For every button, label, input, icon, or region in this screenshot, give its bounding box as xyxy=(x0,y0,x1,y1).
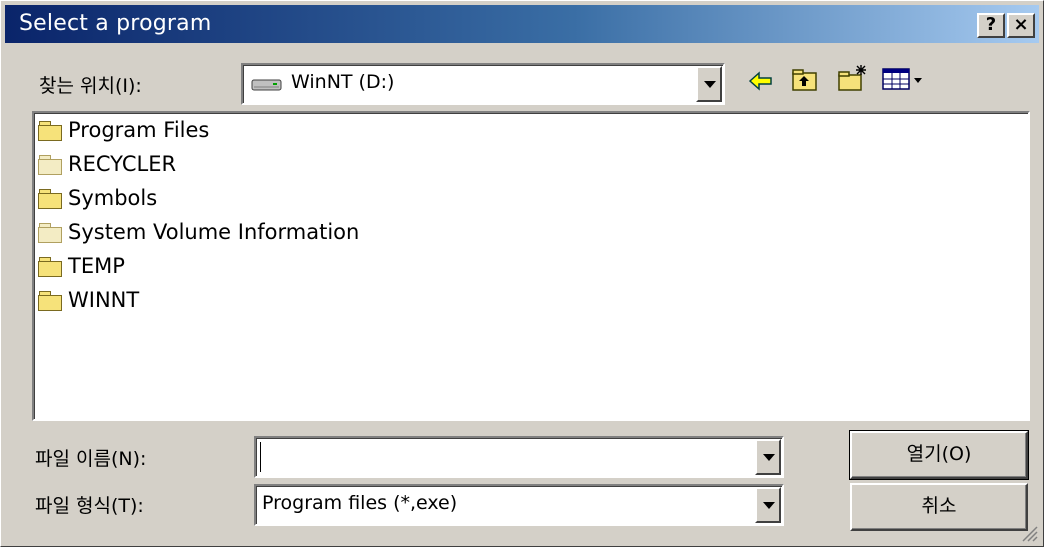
folder-icon xyxy=(38,223,62,243)
folder-icon xyxy=(38,189,62,209)
view-menu-icon[interactable] xyxy=(881,67,925,93)
file-type-dropdown-button[interactable] xyxy=(755,487,781,523)
up-one-level-icon[interactable] xyxy=(791,67,819,93)
list-item[interactable]: Symbols xyxy=(38,183,157,213)
file-name: Program Files xyxy=(68,118,210,142)
file-open-dialog: Select a program ? × 찾는 위치(I): WinNT (D:… xyxy=(0,0,1044,547)
list-item[interactable]: System Volume Information xyxy=(38,217,359,247)
window-title: Select a program xyxy=(19,11,212,36)
folder-icon xyxy=(38,291,62,311)
folder-icon xyxy=(38,121,62,141)
list-item[interactable]: RECYCLER xyxy=(38,149,176,179)
cancel-button[interactable]: 취소 xyxy=(850,483,1028,531)
look-in-dropdown-button[interactable] xyxy=(696,66,722,102)
file-name: System Volume Information xyxy=(68,220,360,244)
file-name: TEMP xyxy=(68,254,125,278)
file-name-label: 파일 이름(N): xyxy=(35,448,147,470)
file-name: RECYCLER xyxy=(68,152,177,176)
title-bar[interactable]: Select a program ? × xyxy=(5,5,1039,43)
drive-icon xyxy=(251,79,282,91)
new-folder-icon[interactable] xyxy=(837,63,869,93)
look-in-label: 찾는 위치(I): xyxy=(39,75,142,97)
file-name-dropdown-button[interactable] xyxy=(755,439,781,475)
file-type-value: Program files (*,exe) xyxy=(262,492,458,514)
list-item[interactable]: Program Files xyxy=(38,115,209,145)
close-button[interactable]: × xyxy=(1007,13,1035,38)
file-name: WINNT xyxy=(68,288,140,312)
folder-icon xyxy=(38,257,62,277)
file-type-combo[interactable]: Program files (*,exe) xyxy=(254,484,784,526)
look-in-combo[interactable]: WinNT (D:) xyxy=(241,63,725,105)
folder-icon xyxy=(38,155,62,175)
resize-grip-icon[interactable] xyxy=(1021,525,1039,543)
file-type-label: 파일 형식(T): xyxy=(35,495,144,517)
help-button[interactable]: ? xyxy=(977,13,1005,38)
list-item[interactable]: TEMP xyxy=(38,251,125,281)
file-name-combo[interactable] xyxy=(254,436,784,478)
back-arrow-icon[interactable] xyxy=(748,69,774,93)
list-item[interactable]: WINNT xyxy=(38,285,139,315)
file-name-input[interactable] xyxy=(260,442,745,472)
file-name: Symbols xyxy=(68,186,158,210)
look-in-value: WinNT (D:) xyxy=(291,71,395,93)
open-button[interactable]: 열기(O) xyxy=(849,430,1029,480)
file-list[interactable]: Program Files RECYCLER Symbols System Vo… xyxy=(32,111,1030,421)
